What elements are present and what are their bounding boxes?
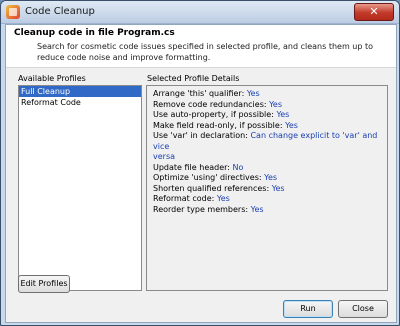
- window-title: Code Cleanup: [25, 6, 95, 17]
- code-cleanup-dialog: Code Cleanup ✕ Cleanup code in file Prog…: [0, 0, 400, 326]
- detail-value: Yes: [285, 120, 298, 130]
- dialog-header: Cleanup code in file Program.cs Search f…: [6, 25, 396, 68]
- detail-row: Use 'var' in declaration: Can change exp…: [147, 131, 387, 152]
- selected-profile-details-label: Selected Profile Details: [147, 74, 240, 83]
- detail-name: Use 'var' in declaration:: [153, 131, 251, 140]
- detail-name: Remove code redundancies:: [153, 99, 270, 109]
- detail-value: Yes: [271, 183, 285, 193]
- detail-name: Reorder type members:: [153, 204, 251, 214]
- detail-value: Yes: [246, 89, 260, 98]
- detail-row: Use auto-property, if possible: Yes: [147, 110, 387, 121]
- dialog-body: Cleanup code in file Program.cs Search f…: [5, 24, 397, 323]
- detail-value: Yes: [264, 173, 278, 182]
- close-button[interactable]: Close: [338, 300, 388, 318]
- header-description: Search for cosmetic code issues specifie…: [37, 42, 374, 62]
- detail-row: Reorder type members: Yes: [147, 205, 387, 216]
- detail-name: Update file header:: [153, 162, 233, 172]
- run-button[interactable]: Run: [283, 300, 333, 318]
- detail-name: Shorten qualified references:: [153, 183, 272, 193]
- profiles-listbox[interactable]: Full Cleanup Reformat Code: [18, 85, 142, 291]
- available-profiles-label: Available Profiles: [18, 74, 86, 83]
- profile-item-reformat-code[interactable]: Reformat Code: [19, 97, 141, 108]
- detail-row: Remove code redundancies: Yes: [147, 100, 387, 111]
- profile-details-panel: Arrange 'this' qualifier: Yes Remove cod…: [146, 85, 388, 291]
- detail-value-continuation: versa: [153, 152, 176, 161]
- detail-name: Reformat code:: [153, 194, 217, 203]
- detail-value: Yes: [250, 204, 264, 214]
- detail-row: Make field read-only, if possible: Yes: [147, 121, 387, 132]
- title-bar: Code Cleanup ✕: [1, 1, 399, 24]
- detail-value: No: [232, 162, 244, 172]
- detail-row: Reformat code: Yes: [147, 194, 387, 205]
- detail-row: Update file header: No: [147, 163, 387, 174]
- detail-row: Optimize 'using' directives: Yes: [147, 173, 387, 184]
- detail-row: Shorten qualified references: Yes: [147, 184, 387, 195]
- detail-name: Use auto-property, if possible:: [153, 110, 277, 119]
- detail-name: Arrange 'this' qualifier:: [153, 89, 247, 98]
- profile-item-full-cleanup[interactable]: Full Cleanup: [19, 86, 141, 97]
- detail-value: Yes: [216, 194, 230, 203]
- detail-value: Yes: [276, 110, 290, 119]
- header-title: Cleanup code in file Program.cs: [14, 28, 175, 38]
- detail-name: Optimize 'using' directives:: [153, 173, 265, 182]
- detail-name: Make field read-only, if possible:: [153, 120, 286, 130]
- resharper-app-icon: [6, 5, 20, 19]
- detail-value: Yes: [269, 99, 283, 109]
- edit-profiles-button[interactable]: Edit Profiles: [18, 275, 70, 293]
- window-close-button[interactable]: ✕: [354, 3, 394, 21]
- detail-row: Arrange 'this' qualifier: Yes: [147, 89, 387, 100]
